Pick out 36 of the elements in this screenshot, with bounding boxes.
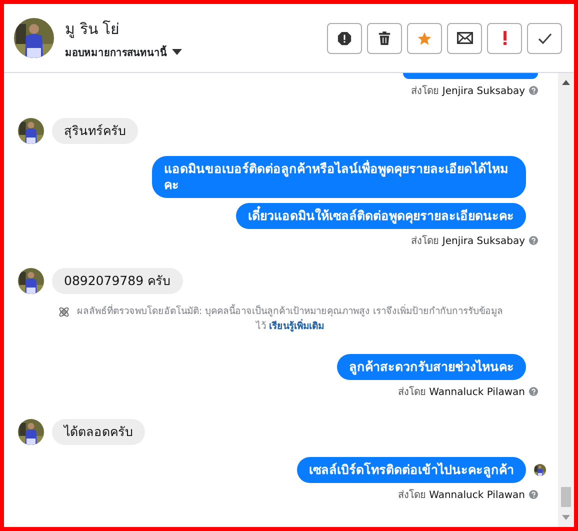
caret-icon <box>172 49 182 55</box>
atom-icon <box>58 306 70 318</box>
help-icon <box>529 490 538 499</box>
help-icon <box>529 236 538 245</box>
mail-button[interactable] <box>447 22 482 54</box>
contact-name: มู ริน โย่ <box>65 18 121 40</box>
alert-icon <box>337 30 352 46</box>
trash-icon <box>378 30 391 46</box>
message-bubble: แอดมินขอเบอร์ติดต่อลูกค้าหรือไลน์เพื่อพูดคุยรายละเอียดได้ไหมคะ <box>152 156 526 198</box>
message-bubble: ลูกค้าสะดวกรับสายช่วงไหนคะ <box>337 354 526 380</box>
sent-by-text: ส่งโดย Wannaluck Pilawan <box>398 385 525 399</box>
scroll-up-icon[interactable] <box>562 80 570 85</box>
scrollbar[interactable] <box>558 73 574 527</box>
assign-dropdown[interactable]: มอบหมายการสนทนานี้ <box>65 44 182 60</box>
scroll-thumb[interactable] <box>561 487 571 507</box>
learn-more-link[interactable]: เรียนรู้เพิ่มเติม <box>269 321 324 332</box>
message-bubble: สุรินทร์ครับ <box>52 118 138 144</box>
done-button[interactable] <box>527 22 562 54</box>
check-icon <box>538 32 552 44</box>
important-button[interactable] <box>487 22 522 54</box>
message-bubble: 0892079789 ครับ <box>52 268 183 294</box>
help-icon <box>529 86 538 95</box>
sent-by-text: ส่งโดย Jenjira Suksabay <box>411 234 525 248</box>
envelope-icon <box>456 32 472 44</box>
delete-button[interactable] <box>367 22 402 54</box>
star-icon <box>417 30 432 46</box>
sent-by-text: ส่งโดย Wannaluck Pilawan <box>398 488 525 502</box>
sent-by-text: ส่งโดย Jenjira Suksabay <box>411 84 525 98</box>
exclamation-icon <box>502 31 506 45</box>
message-bubble: เซลล์เบิร์ดโทรติดต่อเข้าไปนะคะลูกค้า <box>297 457 526 483</box>
message-bubble: เดี๋ยวแอดมินให้เซลล์ติดต่อพูดคุยรายละเอียดนะคะ <box>236 203 526 229</box>
notice-text: ผลลัพธ์ที่ตรวจพบโดยอัตโนมัติ: บุคคลนี้อาจเป็นลูกค้าเป้าหมายคุณภาพสูง เราจึงเพิ่มป้ายกำกับการรับข้อมูลไว้ เรียนรู้เพิ่มเติม <box>76 304 504 334</box>
message-bubble: ได้ตลอดครับ <box>52 419 145 445</box>
star-button[interactable] <box>407 22 442 54</box>
help-icon <box>529 387 538 396</box>
spam-button[interactable] <box>327 22 362 54</box>
